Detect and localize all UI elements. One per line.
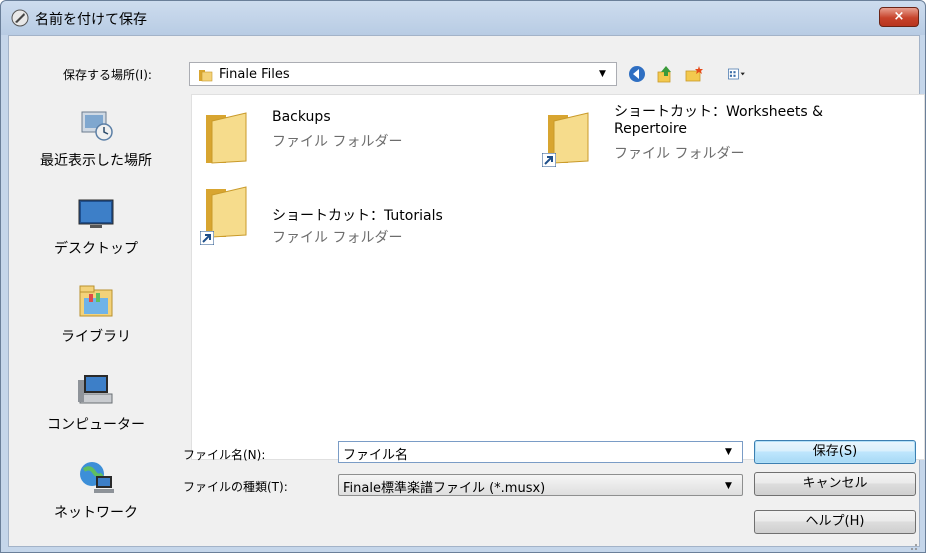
list-item[interactable]: ショートカット：Tutorials ファイル フォルダー [200, 181, 520, 246]
chevron-down-icon[interactable]: ▼ [725, 447, 732, 457]
file-name: Backups [272, 109, 331, 125]
place-libraries[interactable]: ライブラリ [9, 284, 183, 346]
place-computer[interactable]: コンピューター [9, 372, 183, 434]
save-in-value: Finale Files [219, 67, 290, 82]
filetype-value: Finale標準楽譜ファイル (*.musx) [343, 481, 546, 496]
place-network[interactable]: ネットワーク [9, 460, 183, 522]
recent-places-icon [81, 111, 113, 141]
place-recent[interactable]: 最近表示した場所 [9, 108, 183, 170]
filename-value: ファイル名 [343, 448, 409, 463]
place-label: コンピューター [47, 417, 145, 433]
save-as-dialog: 名前を付けて保存 × 保存する場所(I): Finale Files ▼ 最近表… [0, 0, 926, 553]
file-type: ファイル フォルダー [272, 134, 403, 150]
libraries-icon [79, 285, 113, 317]
chevron-down-icon[interactable]: ▼ [725, 481, 732, 491]
desktop-icon [78, 199, 114, 228]
back-icon[interactable] [627, 64, 647, 84]
cancel-button[interactable]: キャンセル [754, 472, 916, 496]
help-button[interactable]: ヘルプ(H) [754, 510, 916, 534]
file-name-line2: Repertoire [614, 121, 687, 137]
computer-icon [78, 375, 113, 404]
filetype-label: ファイルの種類(T): [183, 480, 288, 494]
list-item[interactable]: ショートカット：Worksheets & Repertoire ファイル フォル… [542, 104, 922, 175]
resize-grip-icon[interactable] [906, 541, 918, 551]
view-menu-icon[interactable] [727, 64, 747, 84]
up-folder-icon[interactable] [655, 64, 675, 84]
file-name: ショートカット：Tutorials [272, 208, 443, 224]
place-desktop[interactable]: デスクトップ [9, 196, 183, 258]
folder-icon [206, 112, 247, 164]
chevron-down-icon[interactable]: ▼ [599, 69, 606, 79]
save-button[interactable]: 保存(S) [754, 440, 916, 464]
place-label: ライブラリ [61, 329, 131, 345]
shortcut-arrow-icon [200, 231, 214, 245]
place-label: デスクトップ [54, 241, 138, 257]
app-icon [11, 9, 29, 27]
close-button[interactable]: × [879, 7, 919, 27]
places-bar: 最近表示した場所 デスクトップ ライブラリ コンピューター ネットワーク [9, 94, 183, 546]
file-type: ファイル フォルダー [272, 230, 403, 246]
shortcut-arrow-icon [542, 153, 556, 167]
file-type: ファイル フォルダー [614, 146, 745, 162]
filename-label: ファイル名(N): [183, 448, 266, 462]
new-folder-icon[interactable] [684, 64, 704, 84]
list-item[interactable]: Backups ファイル フォルダー [200, 107, 500, 171]
file-list[interactable]: Backups ファイル フォルダー ショートカット：Worksheets & … [191, 94, 925, 460]
place-label: 最近表示した場所 [40, 153, 152, 169]
window-title: 名前を付けて保存 [35, 12, 147, 28]
folder-icon [199, 70, 213, 82]
place-label: ネットワーク [54, 505, 138, 521]
title-bar[interactable]: 名前を付けて保存 × [1, 1, 925, 35]
network-icon [80, 462, 114, 493]
file-name-line1: ショートカット：Worksheets & [614, 104, 823, 120]
dialog-body: 保存する場所(I): Finale Files ▼ 最近表示した場所 デスクトッ… [8, 35, 925, 547]
save-in-label: 保存する場所(I): [63, 68, 152, 82]
